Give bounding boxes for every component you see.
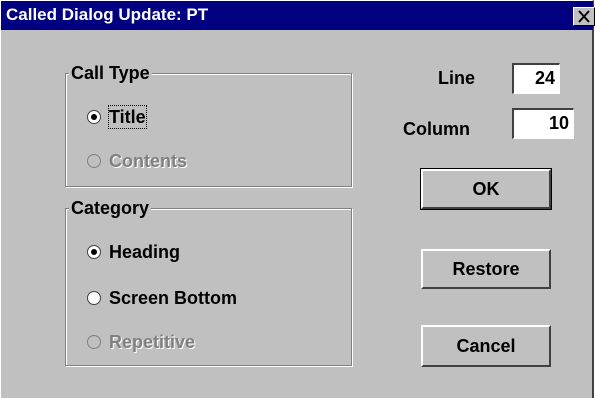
restore-button[interactable]: Restore xyxy=(421,249,551,289)
dialog-window: Called Dialog Update: PT Call Type Title… xyxy=(0,0,595,398)
call-type-group: Call Type Title Contents xyxy=(65,62,352,187)
radio-label-heading: Heading xyxy=(109,242,181,262)
radio-indicator-disabled xyxy=(87,154,101,168)
cancel-button[interactable]: Cancel xyxy=(421,325,551,367)
radio-screen-bottom[interactable]: Screen Bottom xyxy=(87,286,237,310)
radio-indicator[interactable] xyxy=(87,291,101,305)
dialog-title: Called Dialog Update: PT xyxy=(6,5,209,24)
radio-label-screen-bottom: Screen Bottom xyxy=(109,288,238,308)
title-bar[interactable]: Called Dialog Update: PT xyxy=(1,1,595,30)
radio-label-title: Title xyxy=(108,105,147,129)
radio-repetitive: Repetitive xyxy=(87,330,195,354)
column-input[interactable]: 10 xyxy=(512,108,574,139)
line-input[interactable]: 24 xyxy=(512,63,560,94)
radio-heading[interactable]: Heading xyxy=(87,240,180,264)
call-type-legend: Call Type xyxy=(69,62,152,84)
column-label: Column xyxy=(403,119,470,139)
close-icon xyxy=(578,10,590,23)
category-group: Category Heading Screen Bottom Repetitiv… xyxy=(65,197,352,366)
radio-label-contents: Contents xyxy=(109,151,187,171)
radio-indicator-checked[interactable] xyxy=(87,110,101,124)
close-button[interactable] xyxy=(573,7,595,26)
radio-indicator-disabled xyxy=(87,335,101,349)
radio-title[interactable]: Title xyxy=(87,105,147,129)
radio-contents: Contents xyxy=(87,149,187,173)
radio-indicator-checked[interactable] xyxy=(87,245,101,259)
category-legend: Category xyxy=(69,197,152,219)
ok-button[interactable]: OK xyxy=(420,168,552,210)
radio-label-repetitive: Repetitive xyxy=(109,332,196,352)
line-label: Line xyxy=(438,68,476,88)
